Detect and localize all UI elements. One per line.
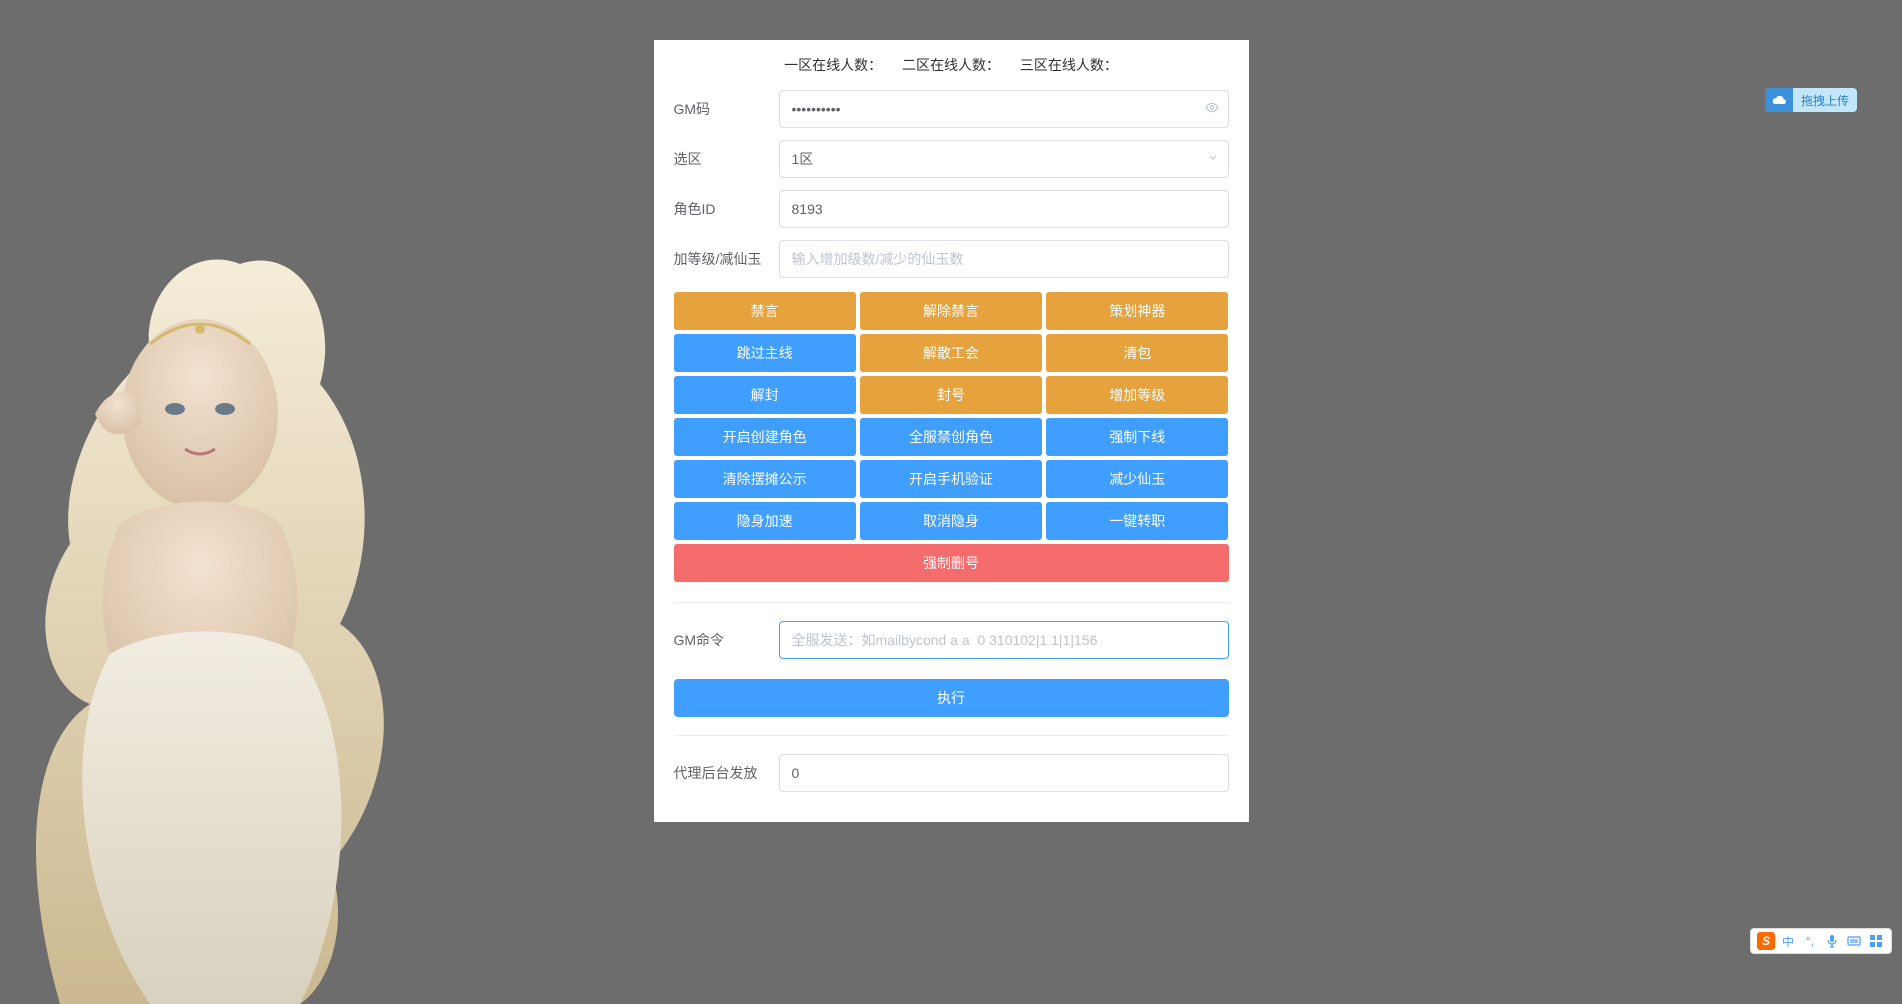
enable-create-role-button[interactable]: 开启创建角色 xyxy=(674,418,856,456)
divider xyxy=(674,602,1229,603)
chevron-down-icon[interactable] xyxy=(1207,152,1219,167)
sogou-logo-icon[interactable]: S xyxy=(1757,932,1775,950)
disable-create-role-button[interactable]: 全服禁创角色 xyxy=(860,418,1042,456)
ime-lang-button[interactable]: 中 xyxy=(1779,932,1797,950)
level-input[interactable] xyxy=(779,240,1229,278)
zone2-online: 二区在线人数： xyxy=(902,57,1000,73)
character-illustration xyxy=(0,224,410,1004)
gm-code-input[interactable] xyxy=(779,90,1229,128)
role-id-input[interactable] xyxy=(779,190,1229,228)
zone-label: 选区 xyxy=(674,149,779,169)
reduce-jade-button[interactable]: 减少仙玉 xyxy=(1046,460,1228,498)
zone3-online: 三区在线人数： xyxy=(1020,57,1118,73)
online-count-header: 一区在线人数： 二区在线人数： 三区在线人数： xyxy=(674,55,1229,90)
gm-command-label: GM命令 xyxy=(674,630,779,650)
force-offline-button[interactable]: 强制下线 xyxy=(1046,418,1228,456)
gm-command-input[interactable] xyxy=(779,621,1229,659)
drag-upload-badge[interactable]: 拖拽上传 xyxy=(1765,88,1857,112)
action-button-grid: 禁言 解除禁言 策划神器 跳过主线 解散工会 清包 解封 封号 增加等级 开启创… xyxy=(672,290,1231,584)
force-delete-button[interactable]: 强制删号 xyxy=(674,544,1229,582)
divider xyxy=(674,735,1229,736)
gm-admin-panel: 一区在线人数： 二区在线人数： 三区在线人数： GM码 选区 角色ID 加等级/… xyxy=(654,40,1249,822)
gm-code-label: GM码 xyxy=(674,99,779,119)
cloud-icon xyxy=(1765,88,1793,112)
add-level-button[interactable]: 增加等级 xyxy=(1046,376,1228,414)
level-label: 加等级/减仙玉 xyxy=(674,249,779,269)
zone1-online: 一区在线人数： xyxy=(784,57,882,73)
ban-button[interactable]: 封号 xyxy=(860,376,1042,414)
change-class-button[interactable]: 一键转职 xyxy=(1046,502,1228,540)
artifact-button[interactable]: 策划神器 xyxy=(1046,292,1228,330)
disband-guild-button[interactable]: 解散工会 xyxy=(860,334,1042,372)
ime-punct-icon[interactable]: °, xyxy=(1801,932,1819,950)
upload-badge-text: 拖拽上传 xyxy=(1793,92,1857,109)
zone-select[interactable] xyxy=(779,140,1229,178)
stealth-speed-button[interactable]: 隐身加速 xyxy=(674,502,856,540)
skip-main-button[interactable]: 跳过主线 xyxy=(674,334,856,372)
eye-icon[interactable] xyxy=(1205,101,1219,118)
agent-grant-input[interactable] xyxy=(779,754,1229,792)
enable-phone-verify-button[interactable]: 开启手机验证 xyxy=(860,460,1042,498)
unban-button[interactable]: 解封 xyxy=(674,376,856,414)
role-id-label: 角色ID xyxy=(674,199,779,219)
clear-stall-button[interactable]: 清除摆摊公示 xyxy=(674,460,856,498)
agent-grant-label: 代理后台发放 xyxy=(674,763,779,783)
ime-toolbar[interactable]: S 中 °, xyxy=(1750,928,1892,954)
grid-icon[interactable] xyxy=(1867,932,1885,950)
clear-bag-button[interactable]: 清包 xyxy=(1046,334,1228,372)
keyboard-icon[interactable] xyxy=(1845,932,1863,950)
unmute-button[interactable]: 解除禁言 xyxy=(860,292,1042,330)
mute-button[interactable]: 禁言 xyxy=(674,292,856,330)
microphone-icon[interactable] xyxy=(1823,932,1841,950)
execute-button[interactable]: 执行 xyxy=(674,679,1229,717)
cancel-stealth-button[interactable]: 取消隐身 xyxy=(860,502,1042,540)
